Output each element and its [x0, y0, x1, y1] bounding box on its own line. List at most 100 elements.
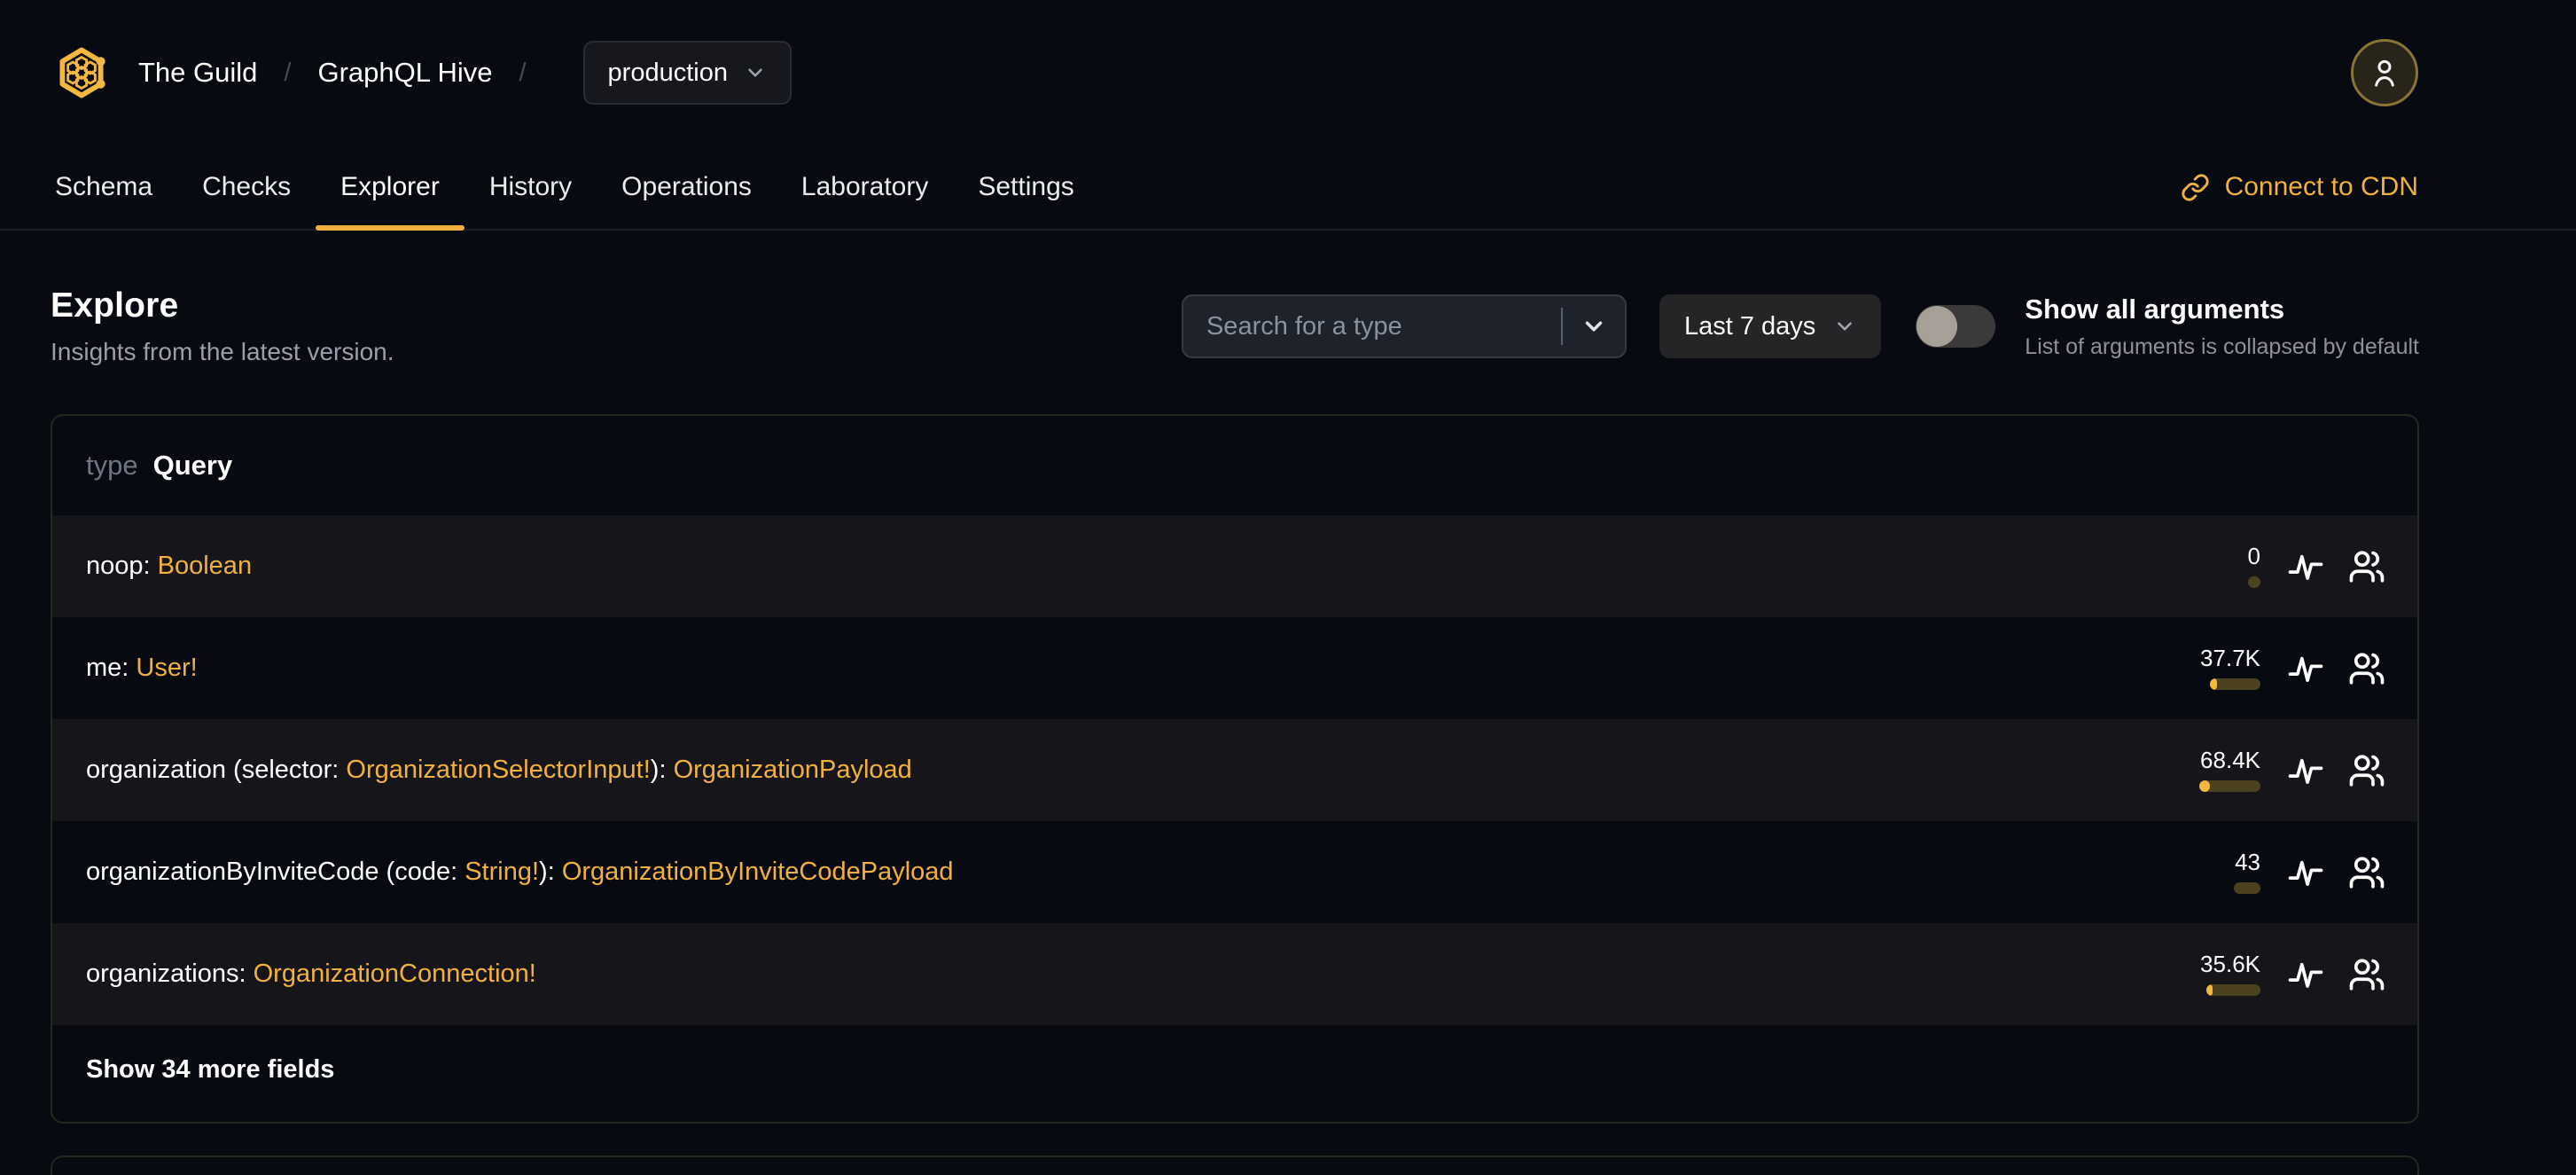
field-name: me — [86, 654, 122, 682]
field-return-type: User! — [136, 654, 198, 682]
explorer-controls: Last 7 days Show all arguments List of a… — [1181, 294, 2419, 360]
usage-bar — [2210, 678, 2260, 690]
argument-type: String! — [464, 858, 540, 886]
field-row-organizations: organizations: OrganizationConnection! 35… — [52, 923, 2417, 1025]
field-activity-button[interactable] — [2287, 752, 2324, 789]
field-stats: 43 — [2234, 850, 2385, 894]
activity-pulse-icon — [2288, 962, 2323, 988]
type-search-combobox[interactable] — [1181, 294, 1627, 358]
field-activity-button[interactable] — [2287, 854, 2324, 891]
field-clients-button[interactable] — [2348, 548, 2385, 585]
hive-logo[interactable] — [55, 44, 108, 101]
field-request-count: 43 — [2235, 849, 2260, 875]
explorer-page: Explore Insights from the latest version… — [0, 286, 2576, 1175]
target-selector[interactable]: production — [582, 41, 792, 105]
type-name: Query — [152, 450, 233, 481]
field-signature: organization (selector: OrganizationSele… — [86, 756, 912, 784]
user-menu-button[interactable] — [2351, 39, 2418, 106]
search-input[interactable] — [1206, 311, 1556, 341]
users-icon — [2349, 754, 2385, 787]
show-all-arguments-toggle[interactable] — [1916, 305, 1996, 348]
link-icon — [2182, 173, 2209, 201]
chevron-down-icon[interactable] — [1581, 313, 1607, 340]
usage-bar — [2248, 576, 2260, 588]
tab-laboratory[interactable]: Laboratory — [777, 145, 953, 229]
field-usage: 37.7K — [2200, 646, 2260, 690]
field-stats: 0 — [2248, 544, 2385, 588]
connect-to-cdn-label: Connect to CDN — [2224, 172, 2418, 201]
usage-bar — [2206, 984, 2260, 996]
argument-name: code: — [394, 858, 465, 886]
users-icon — [2349, 550, 2385, 583]
field-return-type: Boolean — [157, 552, 253, 580]
target-selector-value: production — [607, 58, 728, 87]
activity-pulse-icon — [2288, 656, 2323, 682]
tab-settings[interactable]: Settings — [953, 145, 1098, 229]
period-selector[interactable]: Last 7 days — [1659, 294, 1882, 358]
field-usage: 68.4K — [2199, 748, 2260, 792]
field-request-count: 37.7K — [2200, 645, 2260, 671]
field-signature: me: User! — [86, 654, 198, 682]
show-more-fields-button[interactable]: Show 34 more fields — [52, 1025, 2417, 1122]
field-list: noop: Boolean 0 me: User! 37.7K organization… — [52, 515, 2417, 1025]
field-request-count: 0 — [2247, 543, 2260, 569]
toggle-label: Show all arguments — [2025, 293, 2285, 325]
usage-bar — [2199, 780, 2260, 792]
type-card-header[interactable]: type Query — [52, 416, 2417, 515]
primary-tabs: Schema Checks Explorer History Operations Lab… — [0, 145, 2576, 231]
breadcrumb: The Guild / GraphQL Hive / production — [138, 41, 792, 105]
field-signature: noop: Boolean — [86, 552, 253, 580]
show-all-arguments-control: Show all arguments List of arguments is … — [1916, 294, 2419, 360]
field-row-me: me: User! 37.7K — [52, 617, 2417, 719]
app-header: The Guild / GraphQL Hive / production — [0, 0, 2576, 145]
field-usage: 0 — [2248, 544, 2260, 588]
field-stats: 68.4K — [2199, 748, 2385, 792]
field-row-noop: noop: Boolean 0 — [52, 515, 2417, 617]
tab-history[interactable]: History — [464, 145, 597, 229]
breadcrumb-organization[interactable]: The Guild — [138, 57, 257, 89]
breadcrumb-separator: / — [284, 58, 292, 87]
connect-to-cdn-link[interactable]: Connect to CDN — [2181, 145, 2418, 229]
field-name: organization — [86, 756, 226, 784]
tab-explorer[interactable]: Explorer — [316, 145, 464, 231]
toggle-note: List of arguments is collapsed by defaul… — [2025, 333, 2419, 359]
field-clients-button[interactable] — [2348, 650, 2385, 687]
users-icon — [2349, 856, 2385, 889]
field-clients-button[interactable] — [2348, 854, 2385, 891]
users-icon — [2349, 958, 2385, 991]
chevron-down-icon — [748, 68, 762, 77]
usage-bar-fill — [2199, 780, 2211, 792]
field-name: noop — [86, 552, 144, 580]
field-request-count: 68.4K — [2200, 747, 2260, 773]
tab-schema[interactable]: Schema — [30, 145, 177, 229]
page-title: Explore — [51, 286, 179, 325]
page-subtitle: Insights from the latest version. — [51, 338, 394, 365]
user-icon — [2375, 59, 2394, 87]
activity-pulse-icon — [2288, 758, 2323, 784]
usage-bar-fill — [2206, 984, 2213, 996]
field-activity-button[interactable] — [2287, 650, 2324, 687]
field-stats: 37.7K — [2200, 646, 2385, 690]
argument-name: selector: — [241, 756, 347, 784]
combobox-divider — [1560, 308, 1563, 345]
field-activity-button[interactable] — [2287, 548, 2324, 585]
field-return-type: OrganizationByInviteCodePayload — [561, 858, 954, 886]
tab-operations[interactable]: Operations — [597, 145, 777, 229]
field-return-type: OrganizationConnection! — [253, 960, 536, 988]
field-clients-button[interactable] — [2348, 752, 2385, 789]
users-icon — [2349, 652, 2385, 685]
tab-list: Schema Checks Explorer History Operations Lab… — [30, 145, 1099, 231]
breadcrumb-project[interactable]: GraphQL Hive — [317, 57, 492, 89]
field-row-organization: organization (selector: OrganizationSele… — [52, 719, 2417, 821]
field-activity-button[interactable] — [2287, 956, 2324, 993]
argument-type: OrganizationSelectorInput! — [346, 756, 651, 784]
field-request-count: 35.6K — [2200, 951, 2260, 977]
tab-checks[interactable]: Checks — [177, 145, 316, 229]
field-stats: 35.6K — [2200, 952, 2385, 996]
type-kind-label: type — [86, 450, 138, 481]
chevron-down-icon — [1838, 322, 1853, 331]
next-type-card-partial — [51, 1155, 2419, 1175]
field-name: organizations — [86, 960, 239, 988]
usage-bar — [2234, 882, 2260, 894]
field-clients-button[interactable] — [2348, 956, 2385, 993]
